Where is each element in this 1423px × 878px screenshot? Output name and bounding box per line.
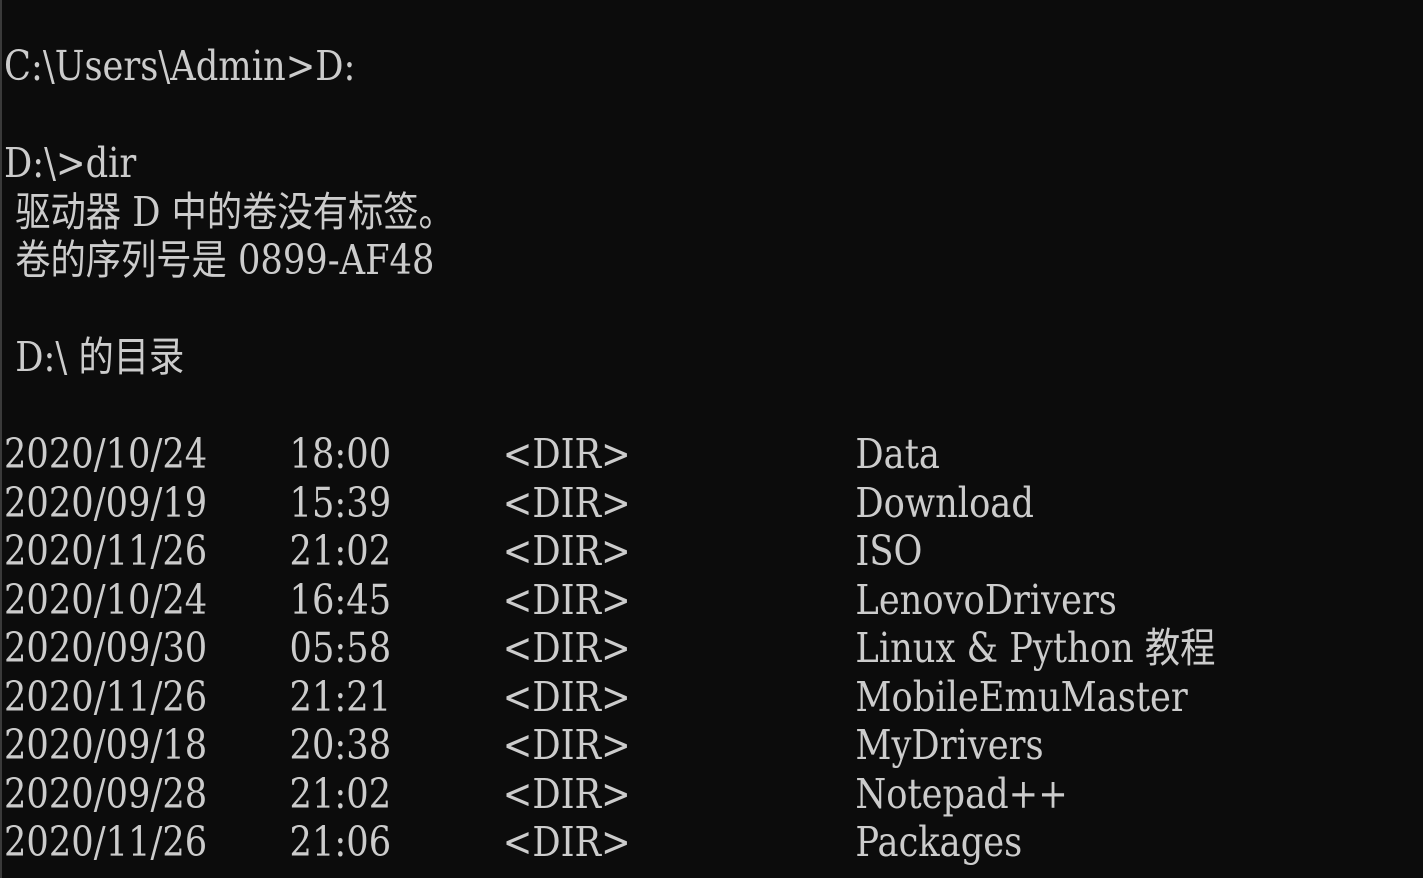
entry-time: 21:02 [289, 527, 392, 575]
entry-type: <DIR> [502, 527, 631, 575]
entry-date: 2020/09/19 [4, 478, 208, 527]
listing-row: 2020/11/26 21:21 <DIR> MobileEmuMaster [4, 672, 1188, 722]
directory-header: D:\ 的目录 [4, 333, 185, 381]
entry-date: 2020/11/26 [4, 527, 208, 575]
entry-type: <DIR> [502, 721, 631, 769]
entry-time: 16:45 [289, 575, 392, 624]
entry-time: 05:58 [289, 624, 392, 672]
listing-row: 2020/10/24 16:45 <DIR> LenovoDrivers [4, 575, 1117, 625]
entry-date: 2020/10/24 [4, 430, 208, 478]
entry-name: Download [855, 478, 1034, 527]
directory-listing: 2020/10/24 18:00 <DIR> Data 2020/09/19 1… [4, 430, 1215, 867]
entry-date: 2020/10/24 [4, 575, 208, 624]
entry-type: <DIR> [502, 769, 631, 818]
prompt-line-dir: D:\>dir [4, 139, 137, 187]
serial-number-line: 卷的序列号是 0899-AF48 [4, 236, 435, 284]
entry-date: 2020/11/26 [4, 672, 208, 721]
entry-name: Data [855, 430, 940, 478]
entry-time: 18:00 [289, 430, 392, 478]
entry-time: 21:21 [289, 672, 392, 721]
entry-name: Packages [855, 818, 1023, 866]
entry-date: 2020/09/28 [4, 769, 208, 818]
entry-time: 20:38 [289, 721, 392, 769]
entry-name: ISO [855, 527, 923, 575]
entry-type: <DIR> [502, 430, 631, 478]
entry-type: <DIR> [502, 672, 631, 721]
entry-name: LenovoDrivers [855, 575, 1117, 624]
entry-type: <DIR> [502, 818, 631, 866]
listing-row: 2020/09/28 21:02 <DIR> Notepad++ [4, 769, 1068, 819]
prompt-line-change-drive: C:\Users\Admin>D: [4, 42, 356, 90]
console-window[interactable]: C:\Users\Admin>D: D:\>dir 驱动器 D 中的卷没有标签。… [0, 0, 1423, 878]
listing-row: 2020/09/19 15:39 <DIR> Download [4, 478, 1034, 528]
entry-date: 2020/11/26 [4, 818, 208, 866]
entry-type: <DIR> [502, 478, 631, 527]
console-output: C:\Users\Admin>D: D:\>dir 驱动器 D 中的卷没有标签。… [4, 42, 1215, 867]
entry-time: 15:39 [289, 478, 392, 527]
listing-row: 2020/09/30 05:58 <DIR> Linux & Python 教程 [4, 624, 1215, 673]
entry-type: <DIR> [502, 575, 631, 624]
listing-row: 2020/09/18 20:38 <DIR> MyDrivers [4, 721, 1044, 770]
entry-time: 21:02 [289, 769, 392, 818]
listing-row: 2020/11/26 21:06 <DIR> Packages [4, 818, 1022, 867]
entry-type: <DIR> [502, 624, 631, 672]
entry-name: MyDrivers [855, 721, 1044, 769]
listing-row: 2020/11/26 21:02 <DIR> ISO [4, 527, 922, 576]
entry-name: Notepad++ [855, 769, 1068, 818]
entry-date: 2020/09/18 [4, 721, 208, 769]
entry-date: 2020/09/30 [4, 624, 208, 672]
entry-name: Linux & Python 教程 [855, 624, 1216, 672]
volume-label-line: 驱动器 D 中的卷没有标签。 [4, 187, 454, 236]
entry-name: MobileEmuMaster [855, 672, 1188, 721]
listing-row: 2020/10/24 18:00 <DIR> Data [4, 430, 940, 479]
entry-time: 21:06 [289, 818, 392, 866]
